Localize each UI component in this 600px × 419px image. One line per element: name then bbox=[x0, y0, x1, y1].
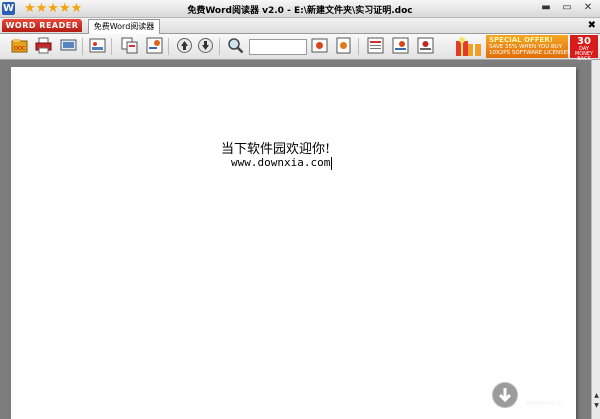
offer-detail-line: 10X2PS SOFTWARE LICENSES. bbox=[489, 50, 573, 56]
continuous-view-button[interactable] bbox=[417, 37, 434, 54]
zoom-button[interactable] bbox=[227, 37, 244, 54]
text-caret bbox=[331, 156, 333, 170]
page-up-icon bbox=[177, 38, 192, 53]
document-page[interactable]: 当下软件园欢迎你! www.downxia.com bbox=[11, 67, 576, 419]
open-icon: DOC bbox=[11, 39, 28, 53]
money-back-badge: 30 DAY MONEY BACK bbox=[570, 35, 598, 62]
offer-text-panel: SPECIAL OFFER! SAVE 35% WHEN YOU BUY 10X… bbox=[486, 35, 572, 58]
fit-width-button[interactable] bbox=[311, 37, 328, 54]
continuous-view-icon bbox=[417, 37, 434, 54]
display-icon bbox=[60, 39, 77, 51]
toolbar-separator bbox=[111, 38, 112, 55]
toolbar-separator bbox=[358, 38, 359, 55]
tab-document[interactable]: 免费Word阅读器 bbox=[88, 19, 160, 34]
document-workspace: 当下软件园欢迎你! www.downxia.com bbox=[0, 60, 591, 419]
tab-strip: WORD READER 免费Word阅读器 ✖ bbox=[0, 18, 600, 34]
single-page-view-button[interactable] bbox=[367, 37, 384, 54]
vertical-scrollbar[interactable]: ▲ ▼ bbox=[591, 60, 600, 419]
maximize-button[interactable]: ▭ bbox=[559, 1, 575, 15]
window-title: 免费Word阅读器 v2.0 - E:\新建文件夹\实习证明.doc bbox=[187, 6, 413, 16]
close-tab-button[interactable]: ✖ bbox=[588, 19, 596, 32]
document-text-line: 当下软件园欢迎你! bbox=[221, 142, 331, 157]
watermark-url: downxia.c bbox=[526, 399, 562, 407]
watermark-logo-icon bbox=[492, 382, 518, 408]
page-up-button[interactable] bbox=[176, 37, 193, 54]
svg-text:DOC: DOC bbox=[14, 46, 26, 52]
gift-box-icon bbox=[454, 35, 484, 58]
offer-headline: SPECIAL OFFER! bbox=[489, 36, 553, 44]
fit-page-icon bbox=[336, 37, 351, 54]
page-down-button[interactable] bbox=[197, 37, 214, 54]
open-button[interactable]: DOC bbox=[11, 37, 28, 54]
toolbar: DOC SPECIAL OFFER! SAVE 35% WHEN YOU BUY… bbox=[0, 34, 600, 62]
fit-width-icon bbox=[311, 38, 328, 53]
toolbar-separator bbox=[219, 38, 220, 55]
watermark-name: 当下软件 bbox=[522, 384, 571, 398]
toolbar-separator bbox=[168, 38, 169, 55]
copy-button[interactable] bbox=[121, 37, 138, 54]
special-offer-banner[interactable]: SPECIAL OFFER! SAVE 35% WHEN YOU BUY 10X… bbox=[452, 34, 600, 62]
image-icon bbox=[89, 38, 106, 53]
zoom-input[interactable] bbox=[249, 39, 307, 55]
page-down-icon bbox=[198, 38, 213, 53]
fit-page-button[interactable] bbox=[335, 37, 352, 54]
display-button[interactable] bbox=[60, 37, 77, 54]
single-page-view-icon bbox=[367, 37, 384, 54]
toolbar-separator bbox=[82, 38, 83, 55]
document-text-line: www.downxia.com bbox=[231, 156, 333, 170]
print-icon bbox=[35, 37, 52, 54]
export-icon bbox=[146, 37, 163, 54]
document-url-text: www.downxia.com bbox=[231, 156, 331, 169]
print-button[interactable] bbox=[35, 37, 52, 54]
downxia-watermark: 当下软件 downxia.c bbox=[490, 378, 595, 414]
double-page-view-button[interactable] bbox=[392, 37, 409, 54]
minimize-button[interactable]: ▬ bbox=[538, 1, 554, 15]
zoom-icon bbox=[228, 38, 244, 54]
close-window-button[interactable]: ✕ bbox=[580, 1, 596, 15]
image-button[interactable] bbox=[89, 37, 106, 54]
word-reader-logo: WORD READER bbox=[2, 19, 82, 32]
title-bar: W ★★★★★ 免费Word阅读器 v2.0 - E:\新建文件夹\实习证明.d… bbox=[0, 0, 600, 18]
double-page-view-icon bbox=[392, 37, 409, 54]
export-button[interactable] bbox=[146, 37, 163, 54]
copy-icon bbox=[121, 37, 138, 54]
